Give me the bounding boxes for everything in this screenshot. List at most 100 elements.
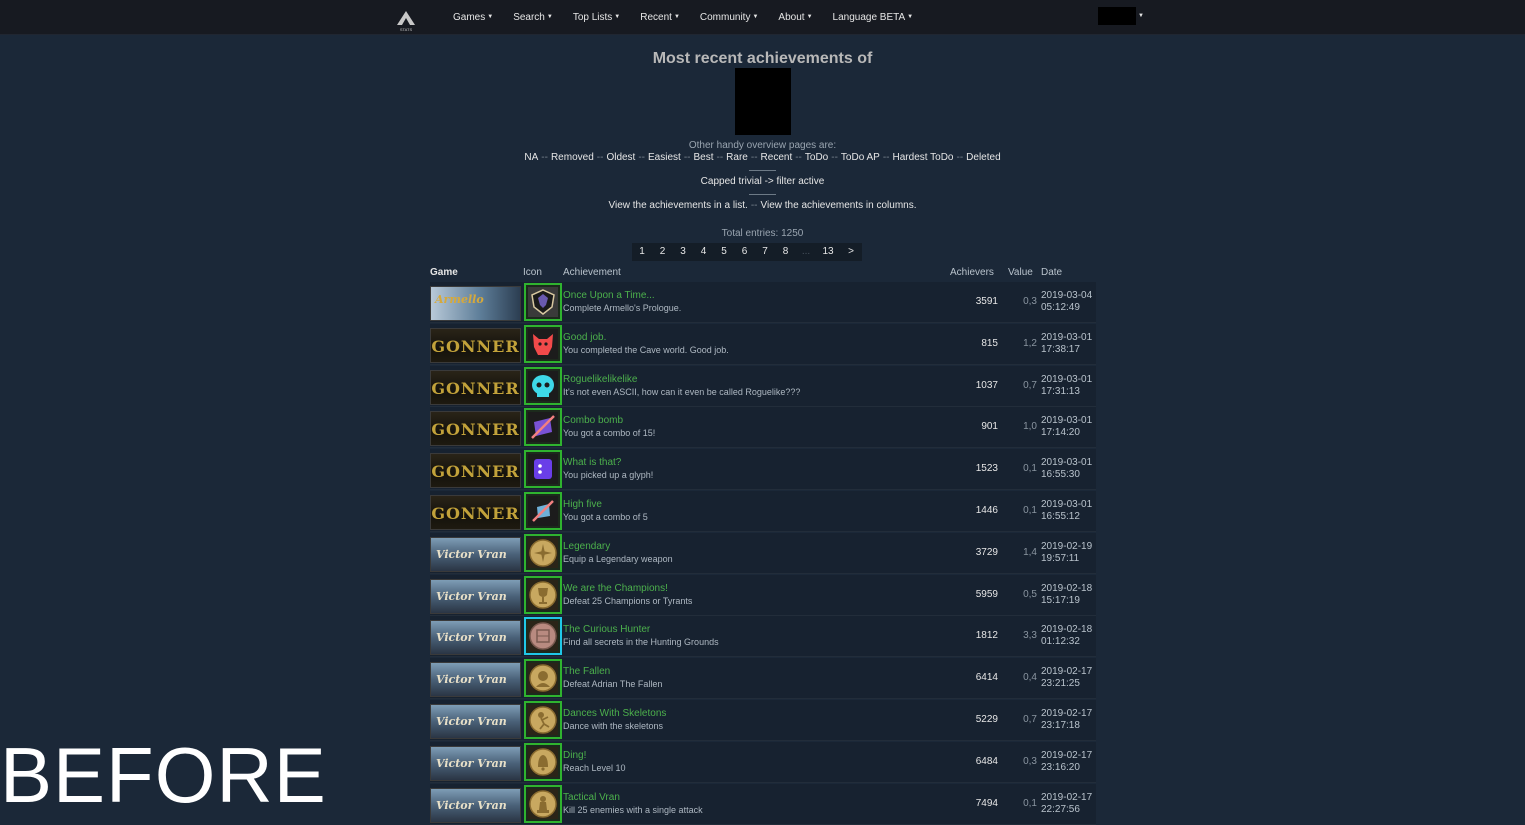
achievement-value: 0,1 [1023,797,1037,809]
achievement-name[interactable]: Good job. [563,332,729,343]
header-game[interactable]: Game [430,267,458,278]
achievement-value: 1,0 [1023,421,1037,433]
achievement-value: 0,3 [1023,296,1037,307]
game-banner-victor-vran[interactable]: Victor Vran [430,662,521,698]
link-deleted[interactable]: Deleted [966,152,1000,163]
achievement-name[interactable]: Roguelikelikelike [563,374,800,385]
page-4[interactable]: 4 [693,243,714,261]
user-menu-caret-icon[interactable]: ▼ [1138,13,1144,19]
page-7[interactable]: 7 [755,243,775,261]
achievers-count: 815 [981,337,998,349]
achievement-value: 0,4 [1023,672,1037,684]
achievement-name[interactable]: Legendary [563,541,673,552]
page-next[interactable]: > [840,243,862,261]
nav-games[interactable]: Games ▼ [453,10,493,24]
fallen-coin-icon [524,659,562,698]
table-row: GONNER What is that? You picked up a glyp… [430,449,1096,491]
achievement-name[interactable]: The Curious Hunter [563,624,719,635]
game-banner-gonner[interactable]: GONNER [430,369,521,405]
page-5[interactable]: 5 [714,243,734,261]
header-date[interactable]: Date [1041,267,1062,278]
game-banner-victor-vran[interactable]: Victor Vran [430,620,521,656]
achievement-name[interactable]: What is that? [563,457,653,468]
filter-toggle[interactable]: Capped trivial -> filter active [0,176,1525,187]
nav-top-lists[interactable]: Top Lists ▼ [573,10,620,24]
achievers-count: 3729 [975,546,998,558]
achievement-date: 2019-03-01 17:14:20 [1041,415,1093,439]
achievement-name[interactable]: We are the Champions! [563,583,692,594]
achievement-date: 2019-02-19 19:57:11 [1041,540,1093,564]
red-demon-icon [524,324,562,363]
link-best[interactable]: Best [693,152,713,163]
game-banner-gonner[interactable]: GONNER [430,411,521,447]
achievement-desc: You got a combo of 15! [563,428,656,439]
table-row: GONNER Roguelikelikelike It's not even AS… [430,365,1096,407]
link-recent[interactable]: Recent [761,152,793,163]
page-6[interactable]: 6 [734,243,755,261]
achievement-desc: Kill 25 enemies with a single attack [563,804,703,815]
header-value[interactable]: Value [1008,267,1033,278]
game-banner-armello[interactable]: Armello [430,286,521,321]
site-logo-icon[interactable]: STATS [396,10,416,32]
page-1[interactable]: 1 [632,243,652,261]
achievement-date: 2019-02-17 23:17:18 [1041,707,1093,731]
achievement-name[interactable]: Once Upon a Time... [563,290,681,301]
combo-slash-small-icon [524,491,562,530]
header-achievement[interactable]: Achievement [563,267,621,278]
game-banner-victor-vran[interactable]: Victor Vran [430,745,521,781]
link-removed[interactable]: Removed [551,152,594,163]
achievers-count: 6484 [975,755,998,767]
nav-language[interactable]: Language BETA ▼ [833,10,914,24]
view-columns-link[interactable]: View the achievements in columns. [761,200,917,211]
divider [749,170,776,171]
game-banner-victor-vran[interactable]: Victor Vran [430,703,521,739]
page-8[interactable]: 8 [775,243,796,261]
achievement-name[interactable]: Combo bomb [563,415,655,426]
caret-down-icon: ▼ [487,14,494,20]
achievement-name[interactable]: Ding! [563,750,626,761]
overview-label: Other handy overview pages are: [688,140,837,151]
achievement-name[interactable]: Tactical Vran [563,792,703,803]
nav-recent[interactable]: Recent ▼ [640,10,680,24]
achievement-value: 0,7 [1023,379,1037,391]
game-banner-gonner[interactable]: GONNER [430,494,521,530]
achievement-name[interactable]: Dances With Skeletons [563,708,666,719]
achievement-value: 0,3 [1023,755,1037,767]
header-achievers[interactable]: Achievers [950,267,994,278]
page-2[interactable]: 2 [652,243,673,261]
achievement-value: 0,1 [1023,504,1037,516]
link-na[interactable]: NA [524,152,538,163]
table-row: Victor Vran The Curious Hunter Find all s… [430,616,1096,658]
page-13[interactable]: 13 [816,243,840,261]
game-banner-gonner[interactable]: GONNER [430,453,521,489]
achievement-value: 1,4 [1023,546,1037,558]
bell-coin-icon [524,742,562,781]
nav-search[interactable]: Search ▼ [513,10,553,24]
nav-community[interactable]: Community ▼ [700,10,759,24]
user-avatar-redacted[interactable] [1098,7,1136,25]
achievement-name[interactable]: High five [563,499,648,510]
header-icon[interactable]: Icon [523,267,542,278]
nav-about[interactable]: About ▼ [778,10,812,24]
page-3[interactable]: 3 [673,243,693,261]
achievers-count: 6414 [975,672,998,684]
shield-crest-icon [524,283,562,321]
table-row: Victor Vran Ding! Reach Level 10 6484 0,3… [430,741,1096,783]
link-rare[interactable]: Rare [726,152,748,163]
game-banner-victor-vran[interactable]: Victor Vran [430,536,521,572]
achievement-value: 0,7 [1023,713,1037,725]
view-list-link[interactable]: View the achievements in a list. [608,200,747,211]
game-banner-gonner[interactable]: GONNER [430,327,521,363]
achievement-name[interactable]: The Fallen [563,666,662,677]
link-todo-ap[interactable]: ToDo AP [841,152,880,163]
game-banner-victor-vran[interactable]: Victor Vran [430,787,521,823]
table-row: Armello Once Upon a Time... Complete Arme… [430,282,1096,323]
link-easiest[interactable]: Easiest [648,152,681,163]
pawn-coin-icon [524,784,562,823]
achievers-count: 1446 [975,504,998,516]
game-banner-victor-vran[interactable]: Victor Vran [430,578,521,614]
achievement-date: 2019-02-18 01:12:32 [1041,624,1093,648]
link-todo[interactable]: ToDo [805,152,828,163]
link-oldest[interactable]: Oldest [606,152,635,163]
link-hardest-todo[interactable]: Hardest ToDo [893,152,954,163]
